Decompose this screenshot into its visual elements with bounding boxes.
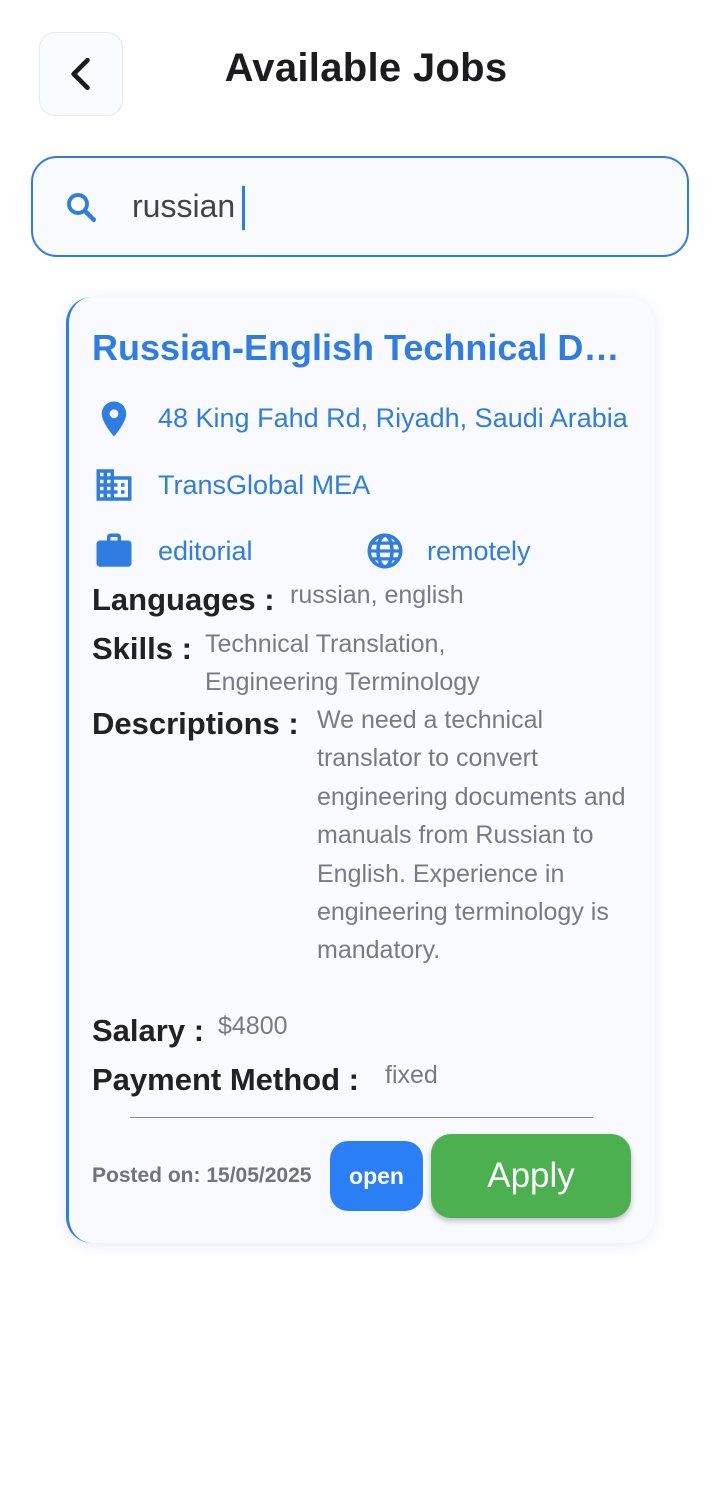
location-pin-icon (101, 401, 127, 437)
posted-date: Posted on: 15/05/2025 (92, 1164, 312, 1187)
job-location: 48 King Fahd Rd, Riyadh, Saudi Arabia (158, 403, 628, 433)
job-work-mode: remotely (427, 536, 531, 566)
payment-method-label: Payment Method : (92, 1062, 359, 1097)
descriptions-value: We need a technical translator to conver… (317, 706, 626, 965)
descriptions-label: Descriptions : (92, 706, 299, 741)
search-input[interactable] (132, 182, 652, 230)
job-title[interactable]: Russian-English Technical Documentation … (92, 327, 624, 369)
apply-button[interactable]: Apply (431, 1134, 631, 1218)
job-category: editorial (158, 536, 253, 566)
payment-method-value: fixed (385, 1061, 438, 1089)
divider (130, 1117, 593, 1118)
app-screen: Available Jobs Russian-English Technical… (0, 0, 720, 1510)
skills-label: Skills : (92, 631, 192, 666)
job-company: TransGlobal MEA (158, 470, 371, 500)
skills-value: Technical Translation, Engineering Termi… (205, 630, 480, 697)
status-badge: open (330, 1141, 423, 1211)
salary-label: Salary : (92, 1013, 205, 1048)
search-icon (67, 193, 96, 222)
building-icon (96, 469, 132, 501)
languages-label: Languages : (92, 582, 275, 617)
page-title: Available Jobs (224, 46, 508, 90)
globe-icon (367, 533, 403, 569)
salary-value: $4800 (218, 1012, 288, 1040)
text-caret (242, 186, 245, 230)
briefcase-icon (96, 533, 132, 567)
languages-value: russian, english (290, 581, 464, 609)
